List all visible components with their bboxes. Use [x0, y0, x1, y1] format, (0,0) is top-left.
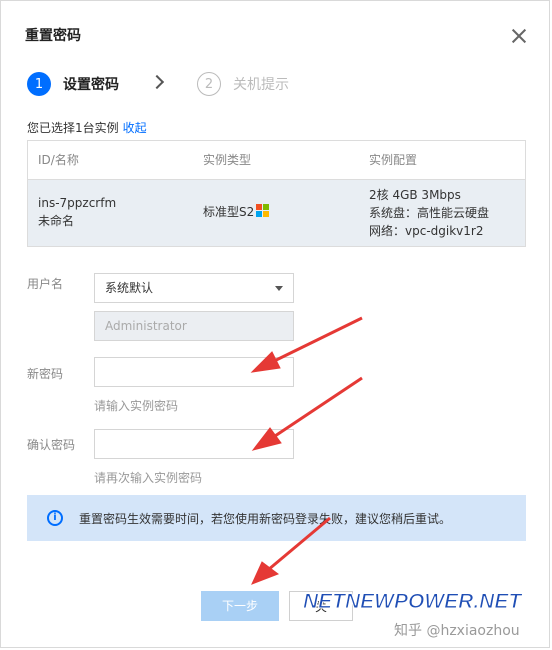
step-2-number: 2 [197, 72, 221, 96]
instance-table: ID/名称 实例类型 实例配置 ins-7ppzcrfm 未命名 标准型S2 2… [27, 140, 526, 247]
selected-count-text: 您已选择1台实例 [27, 121, 119, 135]
instance-type-cell: 标准型S2 [203, 203, 270, 221]
instance-config-cell: 2核 4GB 3Mbps 系统盘：高性能云硬盘 网络：vpc-dgikv1r2 [369, 186, 489, 240]
instance-type: 标准型S2 [203, 205, 255, 219]
table-row: ins-7ppzcrfm 未命名 标准型S2 2核 4GB 3Mbps 系统盘：… [28, 179, 525, 246]
confirm-password-label: 确认密码 [27, 438, 76, 452]
caret-down-icon [275, 286, 283, 291]
username-select[interactable]: 系统默认 [94, 273, 294, 303]
confirm-password-hint: 请再次输入实例密码 [94, 471, 203, 485]
config-spec: 2核 4GB 3Mbps [369, 188, 461, 202]
step-2: 2 关机提示 [197, 71, 289, 97]
windows-icon [256, 204, 270, 218]
selected-instances: 您已选择1台实例 收起 [27, 119, 147, 136]
username-select-value: 系统默认 [105, 281, 154, 295]
new-password-hint: 请输入实例密码 [94, 399, 179, 413]
dialog-title: 重置密码 [25, 28, 81, 44]
step-1-label: 设置密码 [63, 77, 119, 93]
collapse-link[interactable]: 收起 [123, 121, 147, 135]
header-id-name: ID/名称 [38, 153, 79, 167]
config-network: 网络：vpc-dgikv1r2 [369, 224, 484, 238]
config-disk: 系统盘：高性能云硬盘 [369, 206, 490, 220]
step-2-label: 关机提示 [233, 77, 289, 93]
instance-id: ins-7ppzcrfm [38, 196, 117, 210]
instance-id-cell: ins-7ppzcrfm 未命名 [38, 194, 116, 230]
username-label: 用户名 [27, 277, 64, 291]
notice-text: 重置密码生效需要时间，若您使用新密码登录失败，建议您稍后重试。 [79, 512, 452, 526]
close-icon[interactable] [510, 27, 528, 45]
new-password-input[interactable] [94, 357, 294, 387]
reset-password-dialog: 重置密码 1 设置密码 2 关机提示 您已选择1台实例 收起 ID/名称 实例类型… [0, 0, 550, 648]
header-instance-type: 实例类型 [203, 153, 252, 167]
instance-name: 未命名 [38, 214, 75, 228]
zhihu-watermark: 知乎 @hzxiaozhou [394, 623, 520, 639]
new-password-label: 新密码 [27, 367, 64, 381]
chevron-right-icon [149, 74, 165, 90]
username-input: Administrator [94, 311, 294, 341]
info-icon: i [47, 510, 63, 526]
brand-watermark: NETNEWPOWER.NET [302, 590, 522, 614]
table-header: ID/名称 实例类型 实例配置 [28, 141, 525, 179]
confirm-password-input[interactable] [94, 429, 294, 459]
info-notice: i 重置密码生效需要时间，若您使用新密码登录失败，建议您稍后重试。 [27, 495, 526, 541]
step-1-number: 1 [27, 72, 51, 96]
header-instance-config: 实例配置 [369, 153, 418, 167]
next-button[interactable]: 下一步 [201, 591, 279, 621]
step-1: 1 设置密码 [27, 71, 119, 97]
